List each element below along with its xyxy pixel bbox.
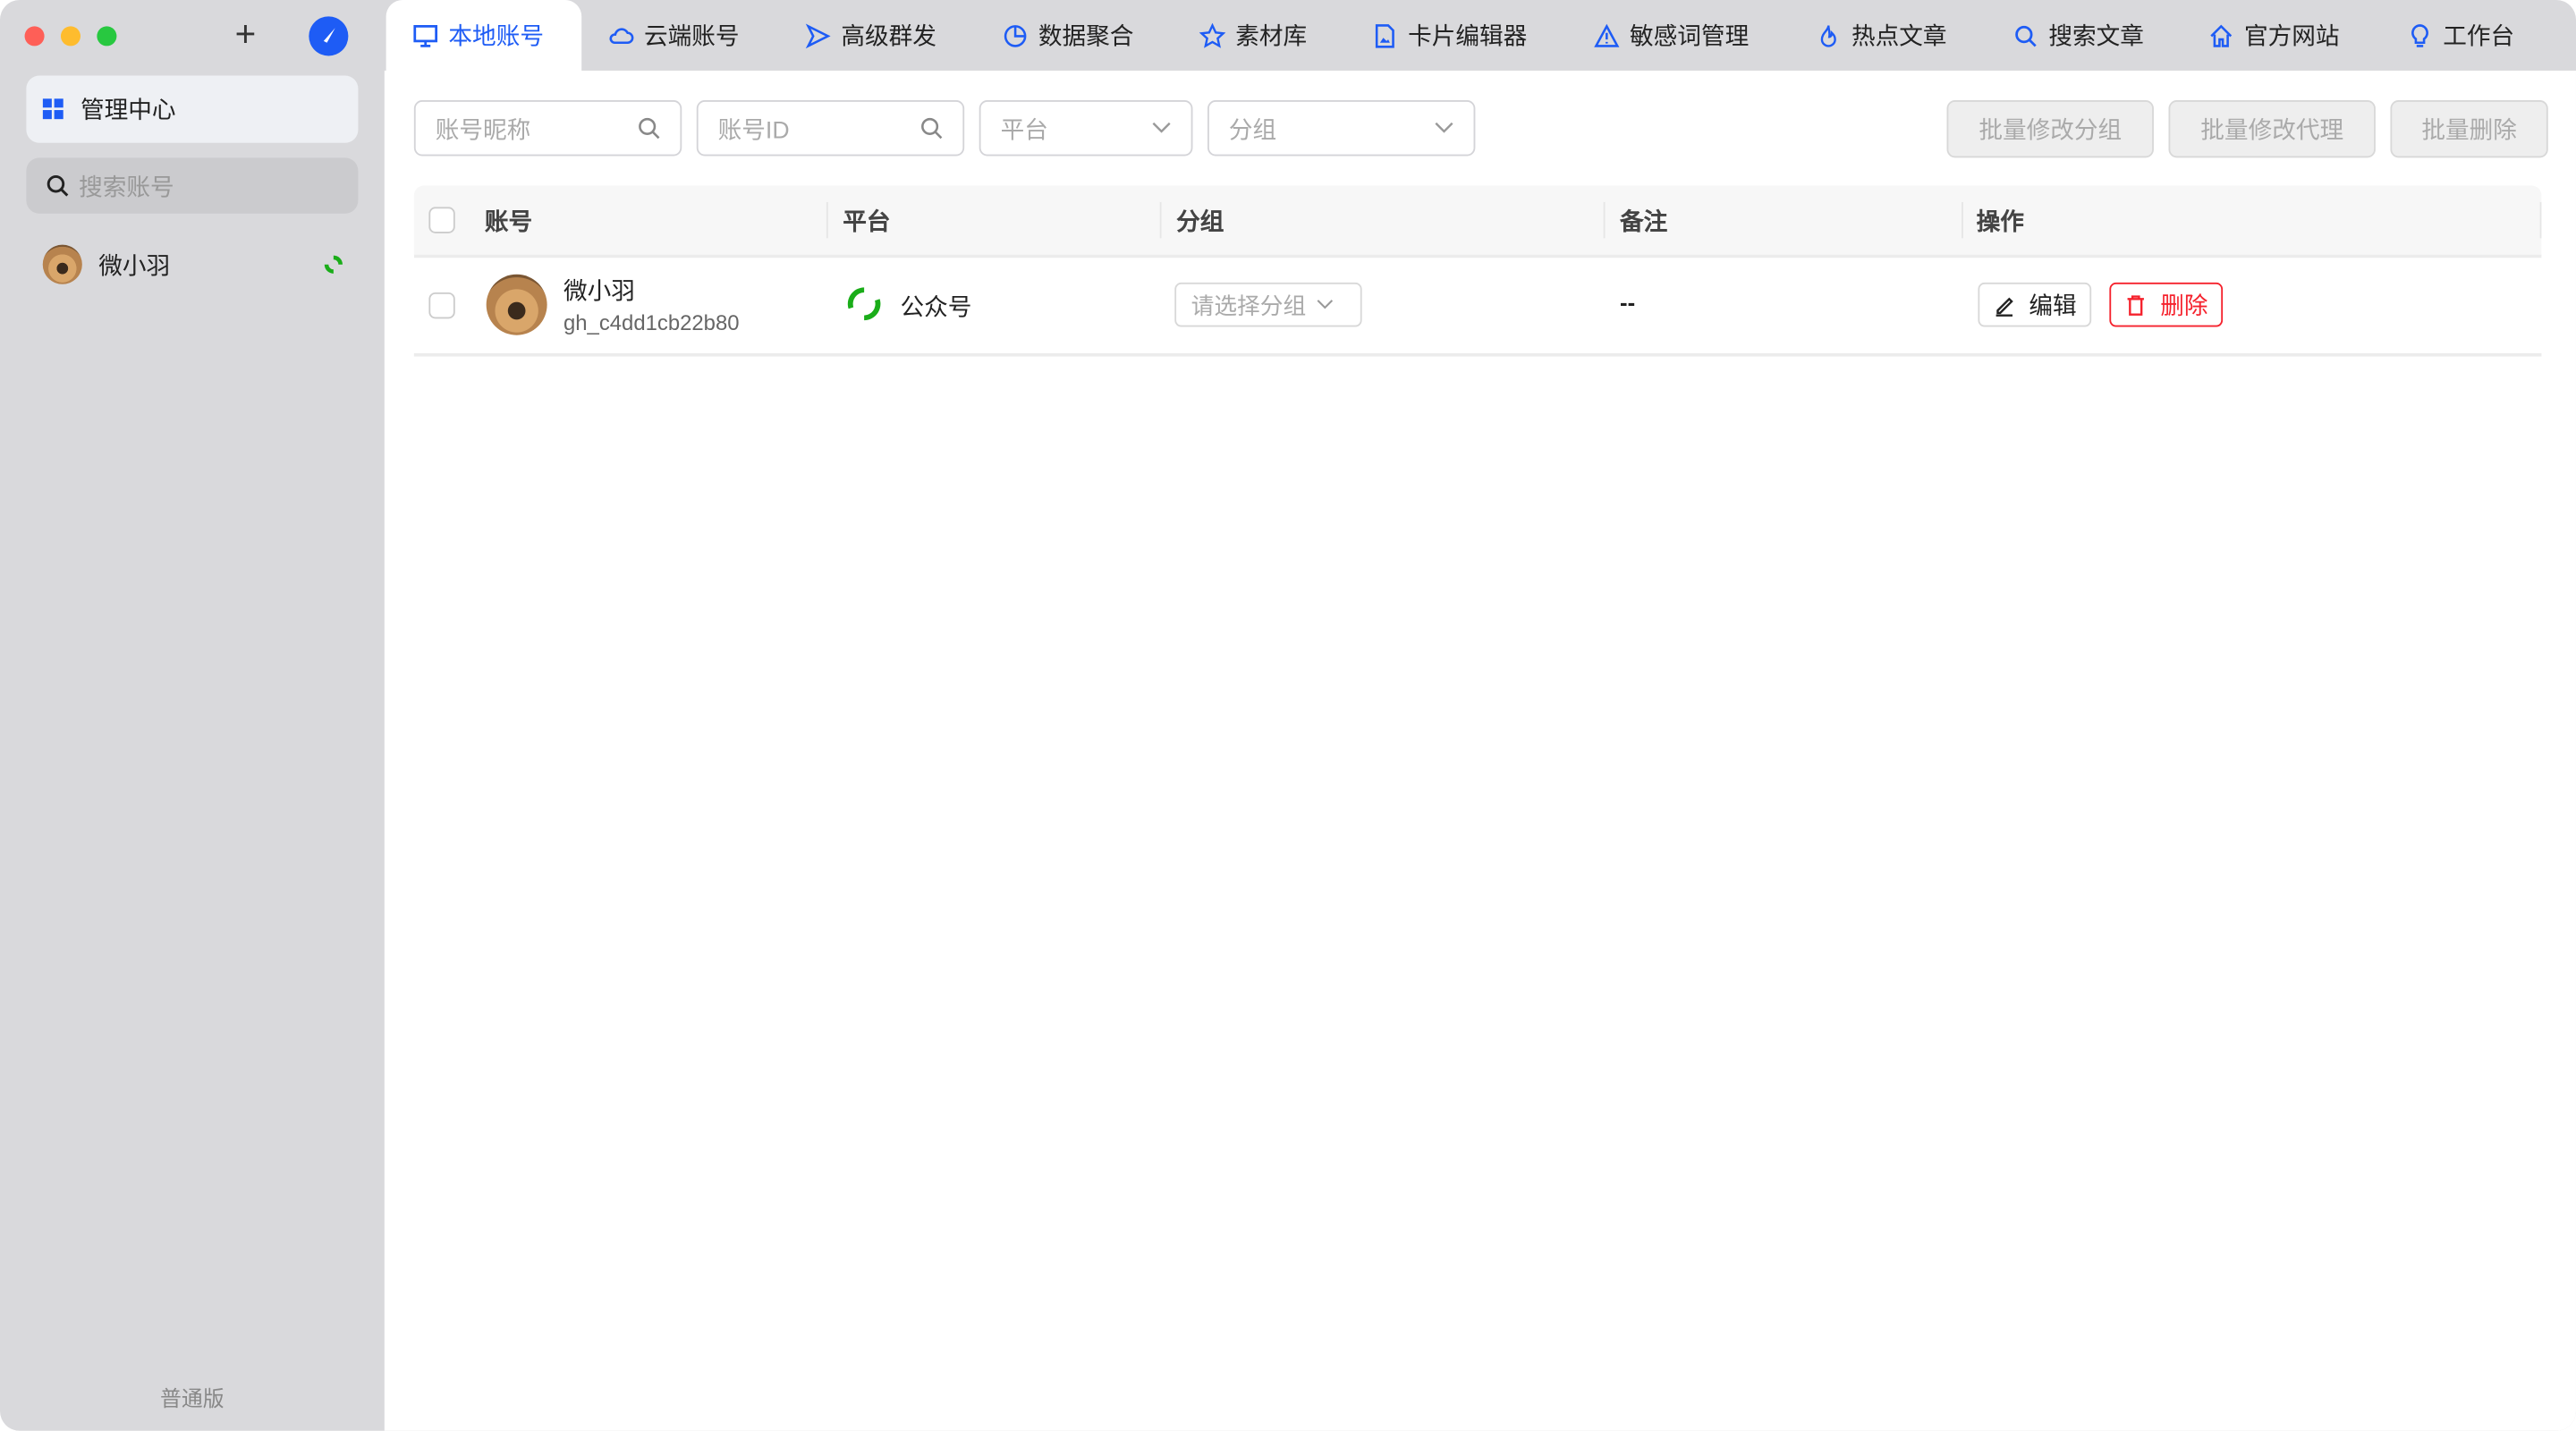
account-name: 微小羽 — [563, 279, 635, 306]
tab-label: 数据聚合 — [1038, 24, 1134, 51]
tab-cloud-accounts[interactable]: 云端账号 — [608, 0, 740, 71]
search-placeholder: 搜索账号 — [79, 174, 174, 201]
tab-materials[interactable]: 素材库 — [1199, 0, 1307, 71]
home-icon — [2210, 23, 2233, 47]
table-row: 微小羽 gh_c4dd1cb22b80 公众号 请选择分组 -- 编辑 删除 — [413, 257, 2542, 357]
bulk-delete-button[interactable]: 批量删除 — [2390, 100, 2548, 158]
fire-icon — [1820, 24, 1836, 47]
tab-local-accounts[interactable]: 本地账号 — [386, 0, 582, 71]
tab-mass-send[interactable]: 高级群发 — [805, 0, 936, 71]
column-group: 分组 — [1176, 209, 1224, 236]
group-select[interactable]: 分组 — [1207, 100, 1476, 157]
tab-label: 素材库 — [1235, 24, 1308, 51]
column-account: 账号 — [484, 209, 533, 236]
tab-label: 官方网站 — [2243, 24, 2340, 51]
sidebar-item-label: 管理中心 — [80, 98, 176, 125]
delete-button[interactable]: 删除 — [2109, 282, 2224, 327]
row-checkbox[interactable] — [428, 292, 455, 319]
monitor-icon — [413, 24, 438, 47]
edit-button[interactable]: 编辑 — [1978, 282, 2092, 327]
account-name: 微小羽 — [98, 253, 171, 281]
main-content: 账号昵称 账号ID 平台 分组 批量修改分组 批量修改代理 批量删除 账号 平台… — [384, 70, 2576, 1431]
column-actions: 操作 — [1976, 209, 2024, 236]
platform-select[interactable]: 平台 — [979, 100, 1193, 157]
tab-label: 卡片编辑器 — [1408, 24, 1528, 51]
group-placeholder: 分组 — [1228, 117, 1277, 144]
sidebar-item-management[interactable]: 管理中心 — [26, 75, 359, 143]
tab-label: 敏感词管理 — [1630, 24, 1750, 51]
bulb-icon — [2411, 23, 2428, 47]
pencil-icon — [1996, 296, 2013, 316]
chevron-down-icon — [1435, 122, 1453, 133]
bulk-edit-proxy-button[interactable]: 批量修改代理 — [2168, 100, 2376, 158]
file-image-icon — [1375, 23, 1394, 47]
pie-chart-icon — [1004, 24, 1027, 47]
maximize-window-button[interactable] — [97, 26, 117, 47]
bulk-edit-group-button[interactable]: 批量修改分组 — [1946, 100, 2154, 158]
column-note: 备注 — [1620, 209, 1668, 236]
select-all-checkbox[interactable] — [428, 207, 455, 233]
send-icon — [805, 22, 831, 48]
sidebar-account-item[interactable]: 微小羽 — [26, 243, 358, 286]
compass-icon[interactable] — [309, 16, 349, 56]
platform-placeholder: 平台 — [1000, 117, 1048, 144]
tab-label: 高级群发 — [841, 24, 936, 51]
cloud-icon — [609, 27, 634, 44]
search-icon — [2015, 25, 2037, 47]
nickname-filter-input[interactable]: 账号昵称 — [413, 100, 682, 157]
search-icon — [921, 117, 943, 140]
search-icon — [47, 174, 69, 197]
tab-data-aggregation[interactable]: 数据聚合 — [1002, 0, 1133, 71]
account-id-placeholder: 账号ID — [717, 117, 790, 144]
account-search-input[interactable]: 搜索账号 — [26, 157, 359, 214]
chevron-down-icon — [1317, 300, 1334, 309]
minimize-window-button[interactable] — [60, 26, 80, 47]
account-id: gh_c4dd1cb22b80 — [563, 310, 740, 335]
column-platform: 平台 — [843, 209, 891, 236]
account-id-filter-input[interactable]: 账号ID — [696, 100, 965, 157]
edit-label: 编辑 — [2029, 293, 2077, 321]
tab-label: 云端账号 — [643, 24, 740, 51]
tab-sensitive-words[interactable]: 敏感词管理 — [1594, 0, 1750, 71]
close-window-button[interactable] — [24, 26, 45, 47]
search-icon — [639, 117, 660, 140]
tab-label: 搜索文章 — [2048, 24, 2144, 51]
tab-hot-articles[interactable]: 热点文章 — [1816, 0, 1947, 71]
delete-label: 删除 — [2160, 293, 2208, 321]
edition-label: 普通版 — [160, 1386, 225, 1411]
row-group-select[interactable]: 请选择分组 — [1174, 282, 1362, 327]
new-tab-button[interactable]: + — [235, 13, 257, 56]
avatar — [486, 274, 547, 335]
avatar — [42, 244, 82, 284]
trash-icon — [2127, 294, 2144, 316]
note-value: -- — [1620, 289, 1636, 316]
table-header: 账号 平台 分组 备注 操作 — [413, 185, 2542, 258]
app-window: + 管理中心 搜索账号 微小羽 普通版 本地账号 云端账号 高级群发 数据聚合 … — [0, 0, 2576, 1431]
tab-workbench[interactable]: 工作台 — [2407, 0, 2514, 71]
grid-icon — [42, 98, 64, 120]
nickname-placeholder: 账号昵称 — [435, 117, 531, 144]
warning-icon — [1594, 22, 1620, 47]
sync-icon — [324, 255, 343, 274]
wechat-official-account-icon — [847, 287, 881, 321]
tab-card-editor[interactable]: 卡片编辑器 — [1372, 0, 1528, 71]
platform-name: 公众号 — [900, 295, 972, 322]
tab-search-articles[interactable]: 搜索文章 — [2012, 0, 2144, 71]
star-icon — [1199, 21, 1226, 47]
tab-label: 工作台 — [2443, 24, 2515, 51]
tab-label: 热点文章 — [1851, 24, 1947, 51]
sidebar: + 管理中心 搜索账号 微小羽 普通版 — [0, 0, 385, 1431]
tab-official-site[interactable]: 官方网站 — [2208, 0, 2340, 71]
chevron-down-icon — [1152, 122, 1171, 133]
group-select-placeholder: 请选择分组 — [1191, 292, 1307, 318]
tab-label: 本地账号 — [448, 24, 544, 51]
